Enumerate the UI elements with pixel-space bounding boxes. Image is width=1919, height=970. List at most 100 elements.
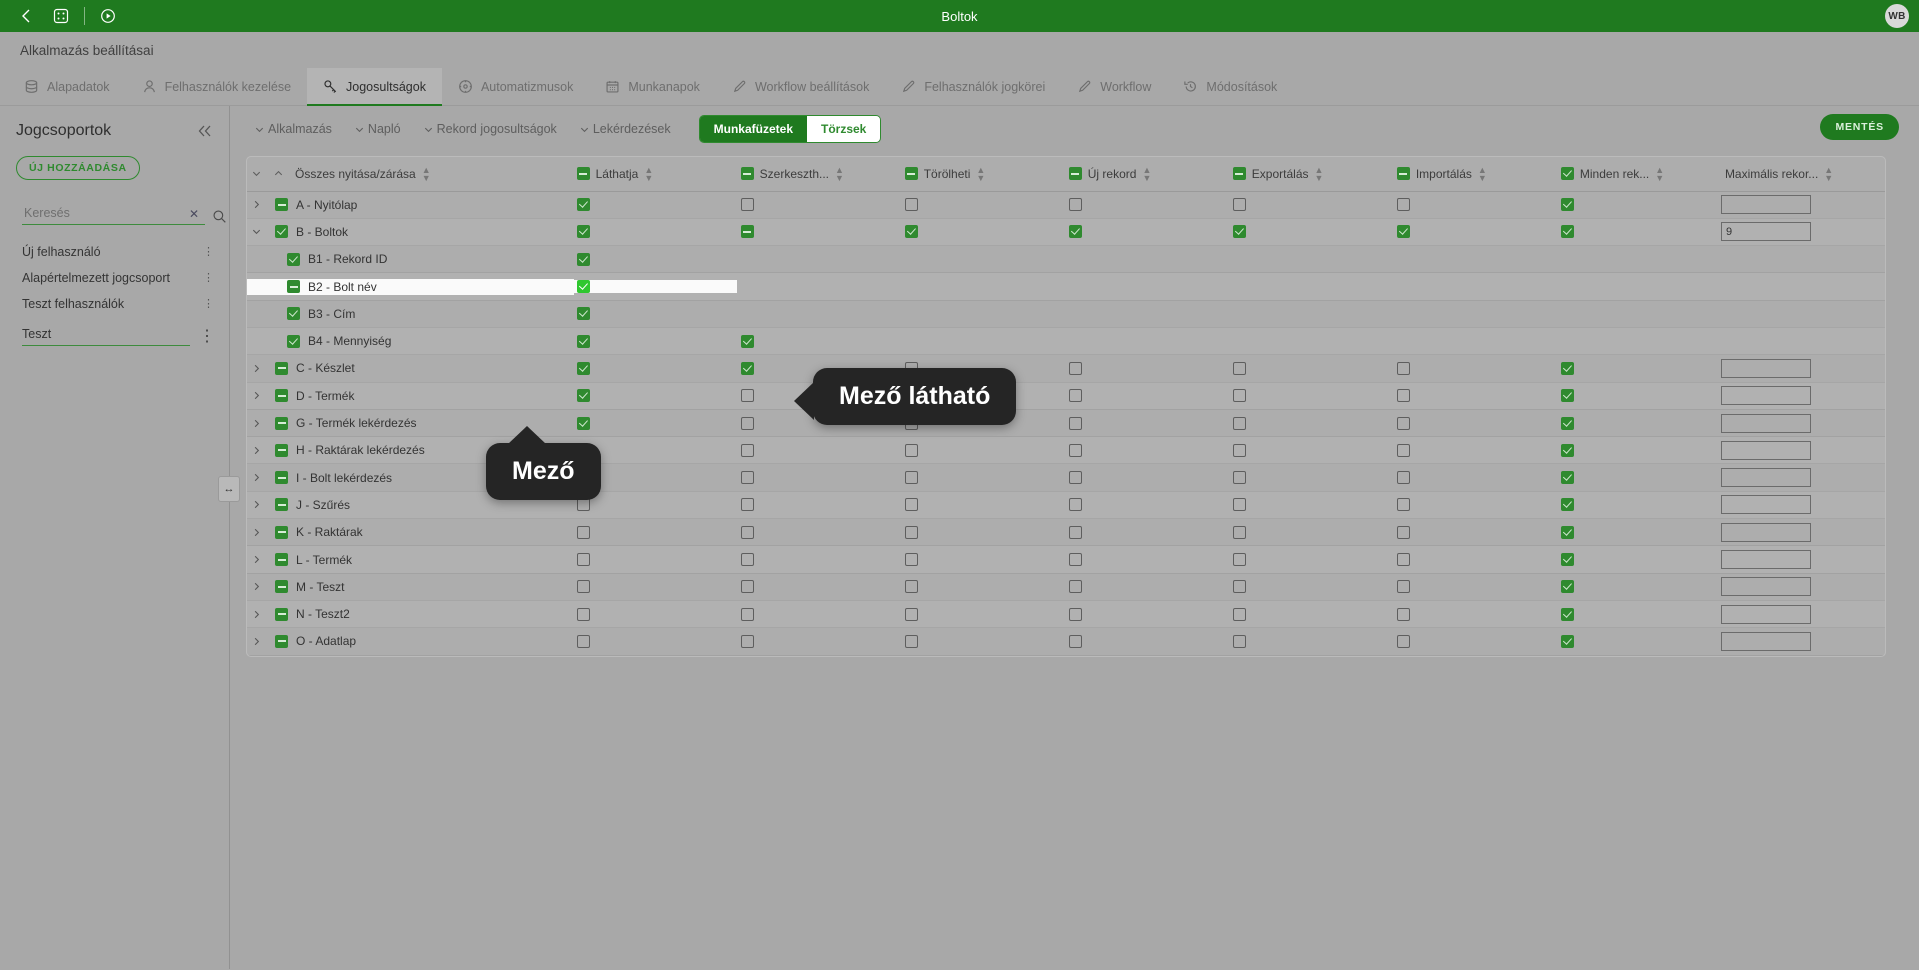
permission-checkbox[interactable] — [1396, 607, 1410, 621]
permission-checkbox[interactable] — [740, 389, 754, 403]
tab-felhaszn-l-k-jogk-rei[interactable]: Felhasználók jogkörei — [885, 68, 1061, 105]
column-select-all-checkbox[interactable] — [1560, 167, 1574, 181]
permission-cell[interactable] — [1392, 409, 1557, 438]
permission-cell[interactable] — [1064, 436, 1229, 465]
permission-cell[interactable] — [900, 463, 1065, 492]
table-row[interactable]: A - Nyitólap — [247, 191, 1885, 219]
chevron-right-icon[interactable] — [251, 554, 267, 565]
permission-checkbox[interactable] — [1068, 634, 1082, 648]
permission-cell[interactable] — [572, 382, 737, 410]
permission-checkbox[interactable] — [1396, 525, 1410, 539]
permission-cell[interactable] — [736, 218, 901, 247]
column-header[interactable]: Új rekord ▲ ▼ — [1064, 157, 1229, 192]
permission-cell[interactable] — [1392, 354, 1557, 383]
permission-cell[interactable] — [1064, 354, 1229, 383]
permission-cell[interactable] — [1228, 354, 1393, 383]
permission-cell[interactable] — [1228, 518, 1393, 547]
chevron-right-icon[interactable] — [251, 499, 267, 510]
permission-cell[interactable] — [1064, 600, 1229, 629]
permission-checkbox[interactable] — [1560, 443, 1574, 457]
max-record-input[interactable] — [1720, 222, 1811, 242]
chevron-right-icon[interactable] — [251, 609, 267, 620]
row-master-checkbox[interactable] — [275, 525, 288, 539]
max-record-input[interactable] — [1720, 413, 1811, 433]
tab-munkanapok[interactable]: Munkanapok — [589, 68, 716, 105]
permission-cell[interactable] — [900, 518, 1065, 547]
row-master-checkbox[interactable] — [275, 198, 288, 212]
add-group-button[interactable]: ÚJ HOZZÁADÁSA — [16, 156, 140, 180]
permission-cell[interactable] — [1064, 218, 1229, 247]
permission-checkbox[interactable] — [576, 607, 590, 621]
permission-checkbox[interactable] — [740, 198, 754, 212]
permission-cell[interactable] — [1392, 191, 1557, 219]
column-select-all-checkbox[interactable] — [1232, 167, 1246, 181]
permission-cell[interactable] — [1556, 382, 1721, 410]
search-icon[interactable] — [212, 209, 227, 224]
table-row[interactable]: B3 - Cím — [247, 300, 1885, 328]
permission-checkbox[interactable] — [576, 334, 590, 348]
permission-cell[interactable] — [1392, 545, 1557, 574]
permission-cell[interactable] — [1556, 518, 1721, 547]
permission-cell[interactable] — [736, 463, 901, 492]
permission-checkbox[interactable] — [1232, 443, 1246, 457]
permission-checkbox[interactable] — [740, 361, 754, 375]
max-record-cell[interactable] — [1720, 436, 1885, 465]
sort-icon[interactable]: ▲ ▼ — [422, 165, 431, 182]
row-master-checkbox[interactable] — [275, 498, 288, 512]
tab-m-dos-t-sok[interactable]: Módosítások — [1167, 68, 1293, 105]
row-master-checkbox[interactable] — [275, 580, 288, 594]
max-record-input[interactable] — [1720, 631, 1811, 651]
permission-cell[interactable] — [1392, 218, 1557, 247]
chevron-down-icon[interactable] — [251, 168, 267, 179]
permission-checkbox[interactable] — [740, 580, 754, 594]
table-row[interactable]: G - Termék lekérdezés — [247, 409, 1885, 438]
permission-checkbox[interactable] — [576, 225, 590, 239]
kebab-menu-icon[interactable]: ⋮ — [199, 326, 215, 346]
chevron-right-icon[interactable] — [251, 418, 267, 429]
max-record-cell[interactable] — [1720, 518, 1885, 547]
permission-checkbox[interactable] — [576, 389, 590, 403]
permission-checkbox[interactable] — [1068, 225, 1082, 239]
permission-cell[interactable] — [1064, 409, 1229, 438]
max-record-input[interactable] — [1720, 468, 1811, 488]
max-record-cell[interactable] — [1720, 409, 1885, 438]
sort-icon[interactable]: ▲ ▼ — [1315, 165, 1324, 182]
permission-cell[interactable] — [900, 436, 1065, 465]
permission-checkbox[interactable] — [1068, 389, 1082, 403]
permission-checkbox[interactable] — [576, 198, 590, 212]
permission-cell[interactable] — [736, 627, 901, 656]
tab-felhaszn-l-k-kezel-se[interactable]: Felhasználók kezelése — [126, 68, 307, 105]
permission-cell[interactable] — [572, 545, 737, 574]
max-record-cell[interactable] — [1720, 545, 1885, 574]
horizontal-resize-icon[interactable]: ↔ — [218, 476, 240, 502]
permission-cell[interactable] — [1392, 627, 1557, 656]
row-master-checkbox[interactable] — [275, 553, 288, 566]
permission-cell[interactable] — [1228, 218, 1393, 247]
row-master-checkbox[interactable] — [287, 252, 300, 266]
sort-icon[interactable]: ▲ ▼ — [835, 165, 844, 182]
permission-checkbox[interactable] — [576, 307, 590, 321]
permission-checkbox[interactable] — [1232, 580, 1246, 594]
sort-icon[interactable]: ▲ ▼ — [1824, 165, 1833, 182]
permission-cell[interactable] — [1556, 573, 1721, 601]
filter-dropdown-rekord-jogosults-gok[interactable]: Rekord jogosultságok — [423, 122, 557, 136]
permission-checkbox[interactable] — [1232, 634, 1246, 648]
permission-checkbox[interactable] — [1560, 498, 1574, 512]
permission-checkbox[interactable] — [904, 498, 918, 512]
permission-checkbox[interactable] — [904, 443, 918, 457]
max-record-cell[interactable] — [1720, 354, 1885, 383]
permission-checkbox[interactable] — [904, 553, 918, 566]
chevron-right-icon[interactable] — [251, 527, 267, 538]
permission-checkbox[interactable] — [1232, 198, 1246, 212]
permission-checkbox[interactable] — [1396, 580, 1410, 594]
max-record-input[interactable] — [1720, 550, 1811, 569]
max-record-cell[interactable] — [1720, 218, 1885, 247]
kebab-menu-icon[interactable]: ⋮ — [203, 246, 215, 258]
permission-checkbox[interactable] — [1560, 198, 1574, 212]
chevron-right-icon[interactable] — [251, 363, 267, 374]
permission-cell[interactable] — [1228, 382, 1393, 410]
max-record-cell[interactable] — [1720, 463, 1885, 492]
permission-checkbox[interactable] — [904, 607, 918, 621]
permission-cell[interactable] — [1228, 191, 1393, 219]
permission-checkbox[interactable] — [1068, 416, 1082, 430]
